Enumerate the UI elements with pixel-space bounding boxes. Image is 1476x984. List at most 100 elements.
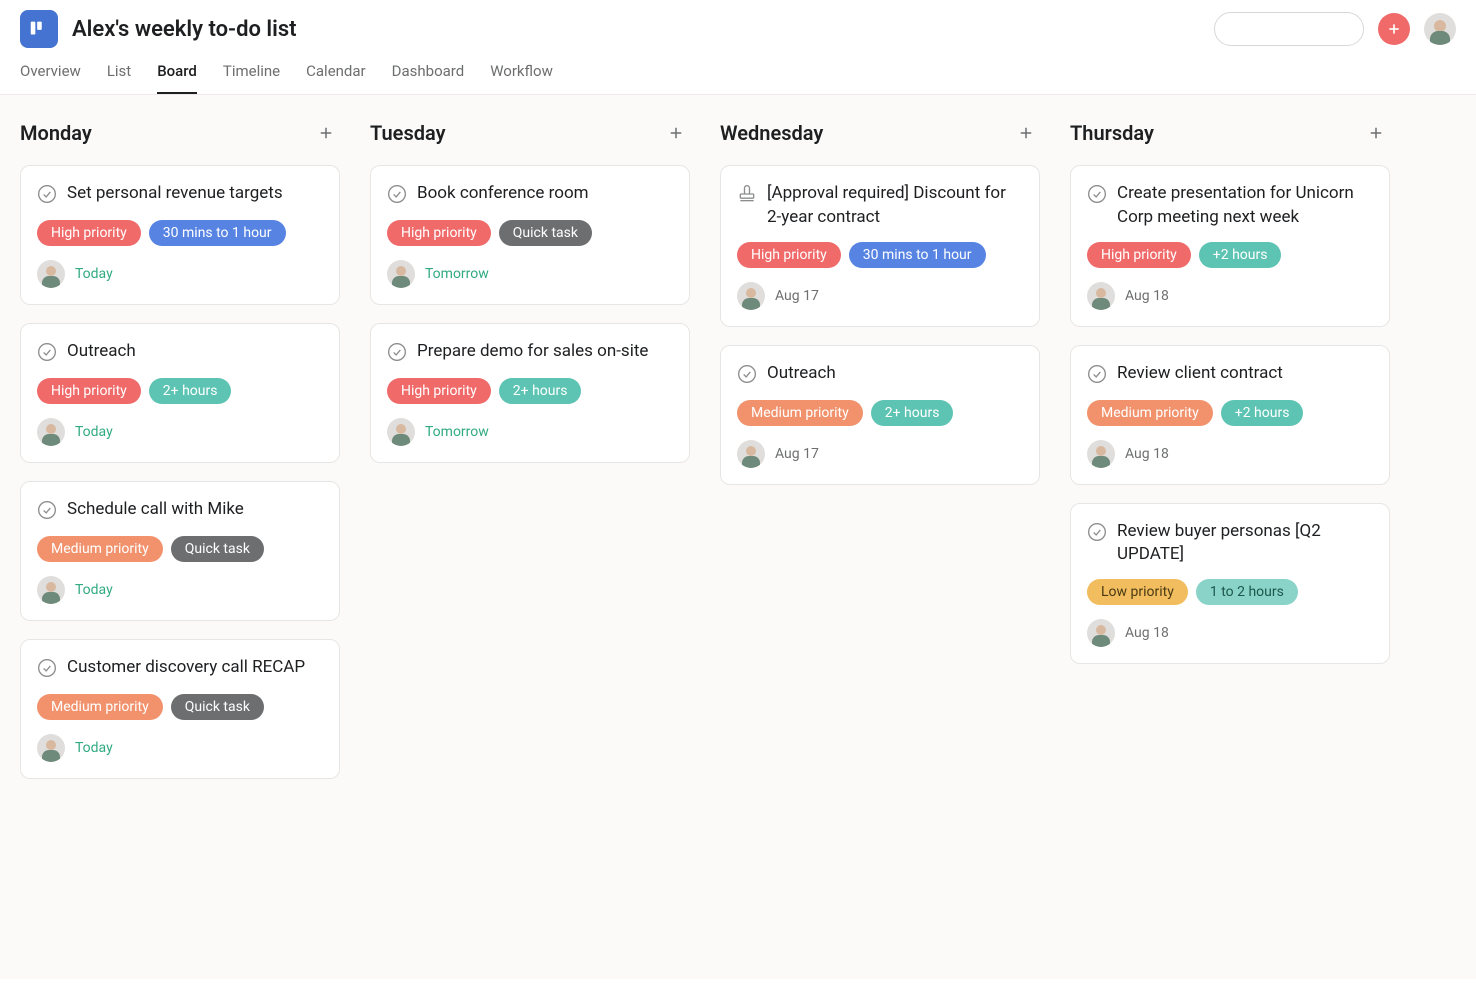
task-card[interactable]: Set personal revenue targetsHigh priorit…: [20, 165, 340, 305]
tag[interactable]: +2 hours: [1199, 242, 1282, 268]
complete-check-icon[interactable]: [1087, 362, 1107, 388]
assignee-avatar[interactable]: [37, 418, 65, 446]
assignee-avatar[interactable]: [37, 260, 65, 288]
card-footer: Today: [37, 576, 323, 604]
tab-list[interactable]: List: [107, 62, 131, 94]
column-header: Thursday: [1070, 119, 1390, 147]
column-add-button[interactable]: [662, 119, 690, 147]
complete-check-icon[interactable]: [1087, 520, 1107, 546]
assignee-avatar[interactable]: [1087, 619, 1115, 647]
tab-dashboard[interactable]: Dashboard: [392, 62, 465, 94]
tag[interactable]: Low priority: [1087, 579, 1188, 605]
card-tags: Low priority 1 to 2 hours: [1087, 579, 1373, 605]
tab-overview[interactable]: Overview: [20, 62, 81, 94]
complete-check-icon[interactable]: [37, 498, 57, 524]
task-card[interactable]: Review buyer personas [Q2 UPDATE] Low pri…: [1070, 503, 1390, 665]
complete-check-icon[interactable]: [737, 362, 757, 388]
tag[interactable]: High priority: [37, 220, 141, 246]
card-tags: Medium priority Quick task: [37, 536, 323, 562]
complete-check-icon[interactable]: [387, 340, 407, 366]
assignee-avatar[interactable]: [37, 576, 65, 604]
due-date: Today: [75, 424, 113, 440]
tab-timeline[interactable]: Timeline: [223, 62, 280, 94]
tag[interactable]: Medium priority: [37, 694, 163, 720]
header: Alex's weekly to-do list: [0, 0, 1476, 48]
complete-check-icon[interactable]: [37, 182, 57, 208]
tag[interactable]: 2+ hours: [149, 378, 232, 404]
due-date: Tomorrow: [425, 424, 489, 440]
column-add-button[interactable]: [312, 119, 340, 147]
task-card[interactable]: Create presentation for Unicorn Corp mee…: [1070, 165, 1390, 327]
tag[interactable]: High priority: [387, 378, 491, 404]
task-card[interactable]: Outreach Medium priority 2+ hours Aug 17: [720, 345, 1040, 485]
task-card[interactable]: Prepare demo for sales on-siteHigh prior…: [370, 323, 690, 463]
tag[interactable]: High priority: [37, 378, 141, 404]
tag[interactable]: Quick task: [171, 694, 264, 720]
user-avatar[interactable]: [1424, 13, 1456, 45]
tag[interactable]: High priority: [737, 242, 841, 268]
tag[interactable]: Quick task: [499, 220, 592, 246]
tag[interactable]: 30 mins to 1 hour: [849, 242, 986, 268]
due-date: Today: [75, 582, 113, 598]
card-title: Review client contract: [1117, 362, 1283, 386]
card-tags: High priority 2+ hours: [37, 378, 323, 404]
global-add-button[interactable]: [1378, 13, 1410, 45]
card-footer: Aug 18: [1087, 282, 1373, 310]
tab-board[interactable]: Board: [157, 62, 197, 94]
tag[interactable]: +2 hours: [1221, 400, 1304, 426]
card-title: Book conference room: [417, 182, 589, 206]
task-card[interactable]: Customer discovery call RECAPMedium prio…: [20, 639, 340, 779]
card-footer: Today: [37, 418, 323, 446]
plus-icon: [1017, 124, 1035, 142]
tag[interactable]: Medium priority: [1087, 400, 1213, 426]
assignee-avatar[interactable]: [1087, 440, 1115, 468]
column-add-button[interactable]: [1362, 119, 1390, 147]
approval-stamp-icon[interactable]: [737, 182, 757, 208]
card-title: Review buyer personas [Q2 UPDATE]: [1117, 520, 1373, 568]
card-tags: Medium priority Quick task: [37, 694, 323, 720]
complete-check-icon[interactable]: [37, 340, 57, 366]
card-footer: Aug 17: [737, 440, 1023, 468]
task-card[interactable]: OutreachHigh priority2+ hoursToday: [20, 323, 340, 463]
assignee-avatar[interactable]: [387, 260, 415, 288]
card-tags: Medium priority 2+ hours: [737, 400, 1023, 426]
due-date: Today: [75, 740, 113, 756]
column-add-button[interactable]: [1012, 119, 1040, 147]
tab-workflow[interactable]: Workflow: [490, 62, 553, 94]
tag[interactable]: Medium priority: [737, 400, 863, 426]
assignee-avatar[interactable]: [1087, 282, 1115, 310]
app-logo[interactable]: [20, 10, 58, 48]
due-date: Tomorrow: [425, 266, 489, 282]
complete-check-icon[interactable]: [387, 182, 407, 208]
assignee-avatar[interactable]: [737, 282, 765, 310]
complete-check-icon[interactable]: [1087, 182, 1107, 208]
column-monday: MondaySet personal revenue targetsHigh p…: [20, 119, 340, 797]
due-date: Aug 17: [775, 446, 819, 462]
task-card[interactable]: Book conference room High priority Quick t…: [370, 165, 690, 305]
tag[interactable]: High priority: [1087, 242, 1191, 268]
tag[interactable]: High priority: [387, 220, 491, 246]
card-tags: High priority +2 hours: [1087, 242, 1373, 268]
assignee-avatar[interactable]: [37, 734, 65, 762]
header-right: [1214, 12, 1456, 46]
assignee-avatar[interactable]: [387, 418, 415, 446]
search-box[interactable]: [1214, 12, 1364, 46]
task-card[interactable]: Review client contract Medium priority +2 …: [1070, 345, 1390, 485]
plus-icon: [667, 124, 685, 142]
card-tags: High priority 2+ hours: [387, 378, 673, 404]
tag[interactable]: 2+ hours: [871, 400, 954, 426]
tag[interactable]: Quick task: [171, 536, 264, 562]
tag[interactable]: 1 to 2 hours: [1196, 579, 1298, 605]
complete-check-icon[interactable]: [37, 656, 57, 682]
card-title: Outreach: [767, 362, 836, 386]
board-logo-icon: [28, 18, 50, 40]
task-card[interactable]: Schedule call with MikeMedium priorityQu…: [20, 481, 340, 621]
tag[interactable]: 30 mins to 1 hour: [149, 220, 286, 246]
tag[interactable]: Medium priority: [37, 536, 163, 562]
task-card[interactable]: [Approval required] Discount for 2-year …: [720, 165, 1040, 327]
column-header: Wednesday: [720, 119, 1040, 147]
tag[interactable]: 2+ hours: [499, 378, 582, 404]
assignee-avatar[interactable]: [737, 440, 765, 468]
tab-calendar[interactable]: Calendar: [306, 62, 366, 94]
card-top: [Approval required] Discount for 2-year …: [737, 182, 1023, 230]
